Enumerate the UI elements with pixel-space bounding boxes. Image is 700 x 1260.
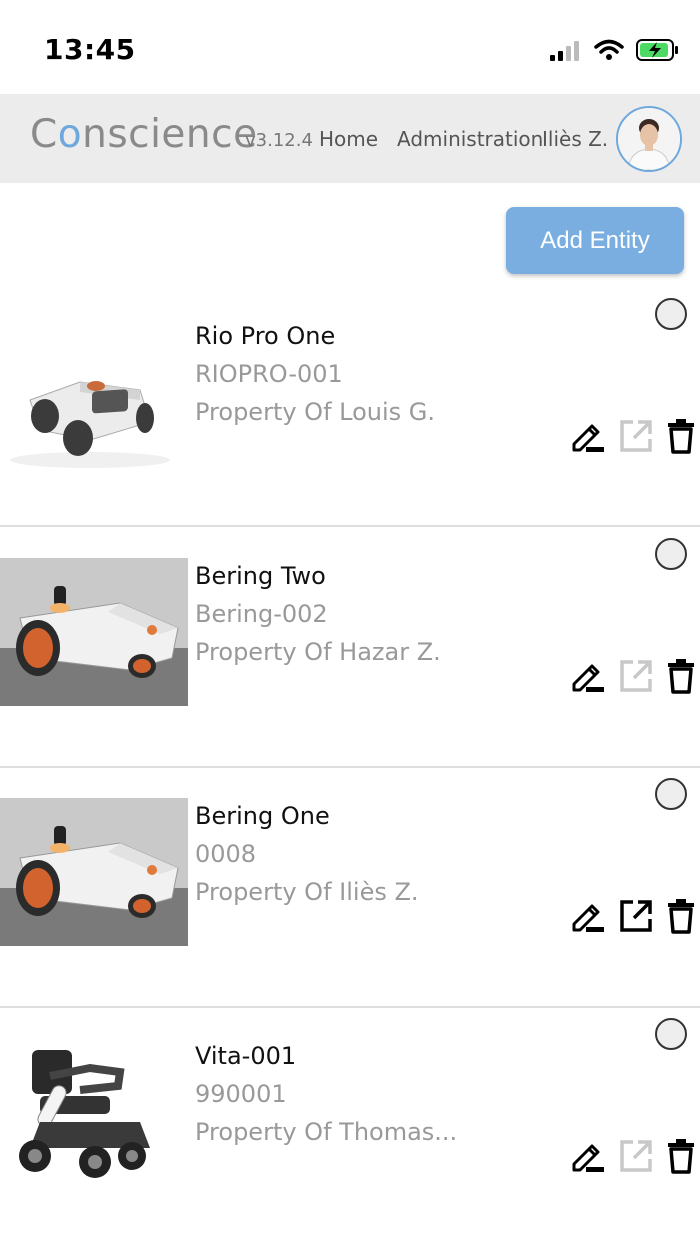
entity-name: Rio Pro One [195,322,336,350]
entity-actions [570,1138,696,1174]
nav-home-link[interactable]: Home [319,127,378,151]
delete-icon[interactable] [666,658,696,694]
entity-card[interactable]: Bering Two Bering-002 Property Of Hazar … [0,538,700,780]
edit-icon[interactable] [570,898,606,934]
open-external-icon[interactable] [618,1138,654,1174]
card-divider [0,1006,700,1008]
entity-card[interactable]: Rio Pro One RIOPRO-001 Property Of Louis… [0,298,700,540]
status-time: 13:45 [44,33,136,66]
battery-charging-icon [636,39,678,61]
entity-owner: Property Of Thomas... [195,1118,458,1146]
entity-actions [570,658,696,694]
card-divider [0,525,700,527]
open-external-icon[interactable] [618,658,654,694]
brand-logo[interactable]: Conscience [30,112,258,157]
open-external-icon[interactable] [618,898,654,934]
status-icons [550,38,680,62]
entity-serial: 990001 [195,1080,287,1108]
entity-owner: Property Of Louis G. [195,398,436,426]
signal-icon [550,41,579,61]
card-divider [0,766,700,768]
edit-icon[interactable] [570,418,606,454]
entity-card[interactable]: Vita-001 990001 Property Of Thomas... [0,1018,700,1260]
entity-serial: 0008 [195,840,257,868]
entity-serial: RIOPRO-001 [195,360,343,388]
select-radio[interactable] [655,778,687,810]
entity-serial: Bering-002 [195,600,328,628]
entity-owner: Property Of Hazar Z. [195,638,441,666]
nav-user-name[interactable]: Iliès Z. [542,127,608,151]
app-version: v3.12.4 [245,130,313,151]
entity-image [0,558,188,706]
user-avatar[interactable] [616,106,682,172]
delete-icon[interactable] [666,898,696,934]
entity-actions [570,418,696,454]
entity-image [0,798,188,946]
status-bar: 13:45 [0,0,700,94]
entity-name: Bering Two [195,562,326,590]
entity-image [0,1038,188,1188]
nav-administration-link[interactable]: Administration [397,127,543,151]
entity-name: Bering One [195,802,330,830]
open-external-icon[interactable] [618,418,654,454]
edit-icon[interactable] [570,1138,606,1174]
delete-icon[interactable] [666,1138,696,1174]
add-entity-button[interactable]: Add Entity [506,207,684,274]
entity-actions [570,898,696,934]
entity-name: Vita-001 [195,1042,297,1070]
delete-icon[interactable] [666,418,696,454]
entity-image [0,330,188,480]
select-radio[interactable] [655,1018,687,1050]
select-radio[interactable] [655,298,687,330]
entity-card[interactable]: Bering One 0008 Property Of Iliès Z. [0,778,700,1020]
select-radio[interactable] [655,538,687,570]
wifi-icon [594,39,624,60]
entity-owner: Property Of Iliès Z. [195,878,419,906]
edit-icon[interactable] [570,658,606,694]
